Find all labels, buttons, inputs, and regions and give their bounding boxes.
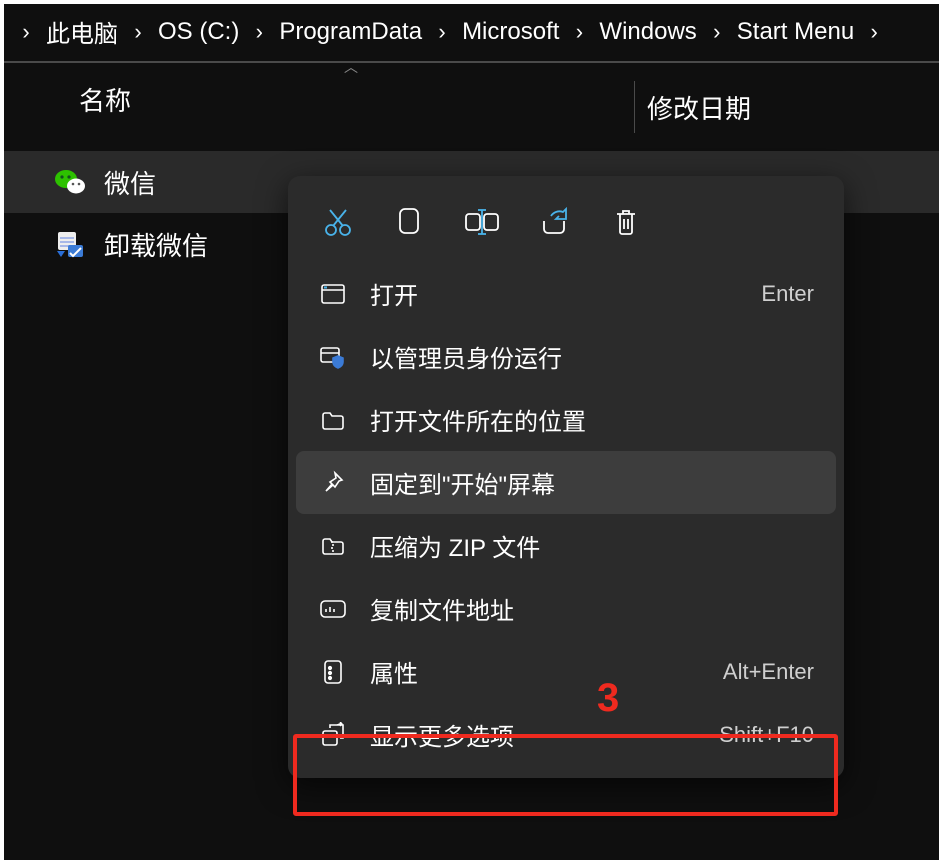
menu-label: 以管理员身份运行	[370, 339, 814, 374]
delete-button[interactable]	[604, 200, 648, 244]
quick-actions-bar	[296, 188, 836, 262]
menu-label: 打开文件所在的位置	[370, 402, 814, 437]
chevron-right-icon[interactable]: ›	[126, 19, 150, 45]
share-button[interactable]	[532, 200, 576, 244]
menu-label: 复制文件地址	[370, 591, 814, 626]
properties-icon	[318, 657, 348, 687]
breadcrumb-item[interactable]: ProgramData	[271, 18, 430, 46]
cut-button[interactable]	[316, 200, 360, 244]
menu-label: 属性	[370, 654, 723, 689]
chevron-right-icon[interactable]: ›	[430, 19, 454, 45]
breadcrumb-item[interactable]: Start Menu	[729, 18, 862, 46]
file-label: 卸载微信	[104, 226, 208, 263]
menu-label: 显示更多选项	[370, 717, 719, 752]
admin-icon	[318, 342, 348, 372]
chevron-right-icon[interactable]: ›	[567, 19, 591, 45]
column-headers: ︿ 名称 修改日期	[4, 63, 939, 133]
menu-item-properties[interactable]: 属性 Alt+Enter	[296, 640, 836, 703]
menu-label: 打开	[370, 276, 761, 311]
open-icon	[318, 279, 348, 309]
pin-icon	[318, 468, 348, 498]
copy-button[interactable]	[388, 200, 432, 244]
column-header-date[interactable]: 修改日期	[634, 81, 751, 133]
breadcrumb-item[interactable]: 此电脑	[38, 14, 126, 49]
chevron-right-icon[interactable]: ›	[247, 19, 271, 45]
menu-shortcut: Shift+F10	[719, 722, 814, 748]
annotation-number: 3	[597, 676, 619, 721]
menu-item-more-options[interactable]: 显示更多选项 Shift+F10	[296, 703, 836, 766]
context-menu: 打开 Enter 以管理员身份运行 打开文件所在的位置	[288, 176, 844, 778]
menu-item-zip[interactable]: 压缩为 ZIP 文件	[296, 514, 836, 577]
breadcrumb-item[interactable]: Microsoft	[454, 18, 567, 46]
file-label: 微信	[104, 164, 156, 201]
breadcrumb-item[interactable]: OS (C:)	[150, 18, 247, 46]
folder-icon	[318, 405, 348, 435]
menu-item-admin[interactable]: 以管理员身份运行	[296, 325, 836, 388]
menu-item-copy-path[interactable]: 复制文件地址	[296, 577, 836, 640]
column-header-name[interactable]: 名称	[4, 81, 634, 133]
menu-shortcut: Alt+Enter	[723, 659, 814, 685]
copypath-icon	[318, 594, 348, 624]
sort-indicator-icon: ︿	[344, 57, 358, 77]
more-icon	[318, 720, 348, 750]
wechat-icon	[54, 166, 86, 198]
uninstall-icon	[54, 228, 86, 260]
menu-label: 压缩为 ZIP 文件	[370, 528, 814, 563]
menu-shortcut: Enter	[761, 281, 814, 307]
breadcrumb-item[interactable]: Windows	[591, 18, 704, 46]
zip-icon	[318, 531, 348, 561]
chevron-right-icon[interactable]: ›	[14, 19, 38, 45]
breadcrumb: › 此电脑 › OS (C:) › ProgramData › Microsof…	[4, 4, 939, 63]
menu-item-open[interactable]: 打开 Enter	[296, 262, 836, 325]
chevron-right-icon[interactable]: ›	[705, 19, 729, 45]
menu-label: 固定到"开始"屏幕	[370, 465, 814, 500]
menu-item-pin-start[interactable]: 固定到"开始"屏幕	[296, 451, 836, 514]
rename-button[interactable]	[460, 200, 504, 244]
chevron-right-icon[interactable]: ›	[862, 19, 886, 45]
menu-item-open-location[interactable]: 打开文件所在的位置	[296, 388, 836, 451]
